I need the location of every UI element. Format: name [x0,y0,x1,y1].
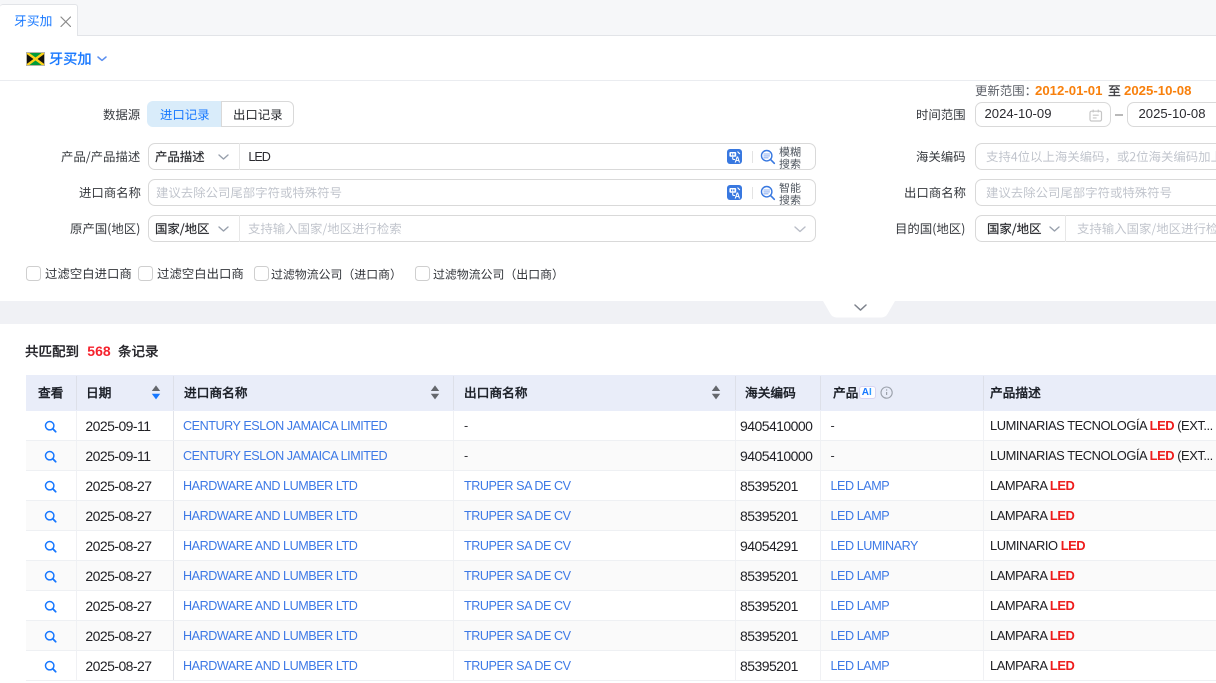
svg-text:A: A [735,155,741,164]
svg-text:A: A [735,191,741,200]
